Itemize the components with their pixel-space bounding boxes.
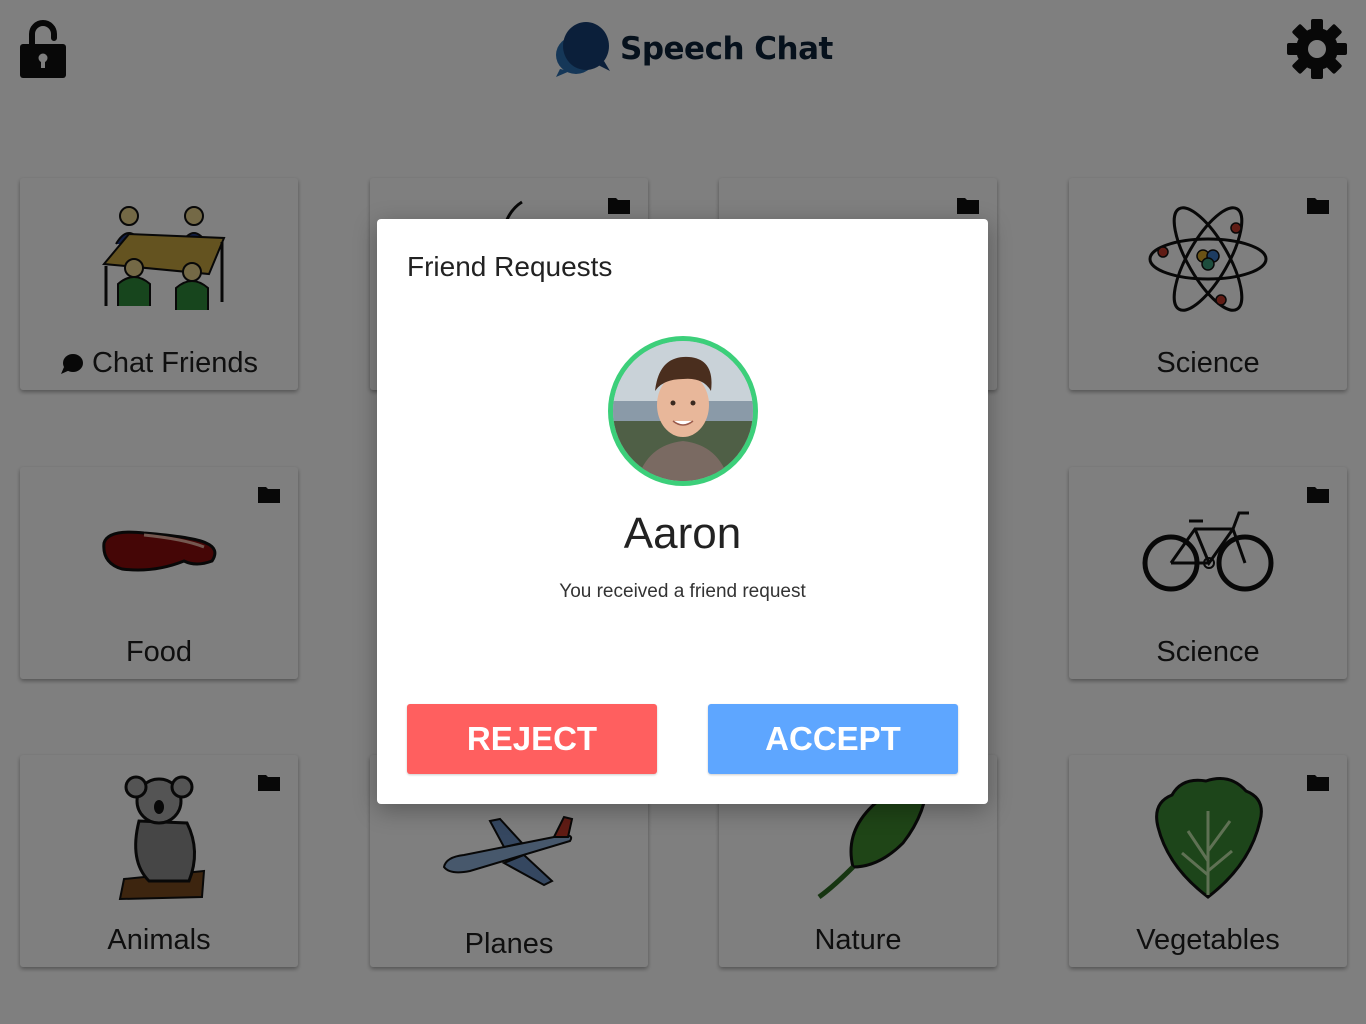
- friend-request-dialog: Friend Requests Aaron You received a fri…: [377, 219, 988, 804]
- friend-name: Aaron: [623, 509, 742, 558]
- friend-request-message: You received a friend request: [559, 581, 806, 602]
- dialog-title: Friend Requests: [407, 251, 613, 282]
- accept-button[interactable]: ACCEPT: [708, 704, 958, 774]
- avatar: [608, 336, 758, 486]
- reject-button[interactable]: REJECT: [407, 704, 657, 774]
